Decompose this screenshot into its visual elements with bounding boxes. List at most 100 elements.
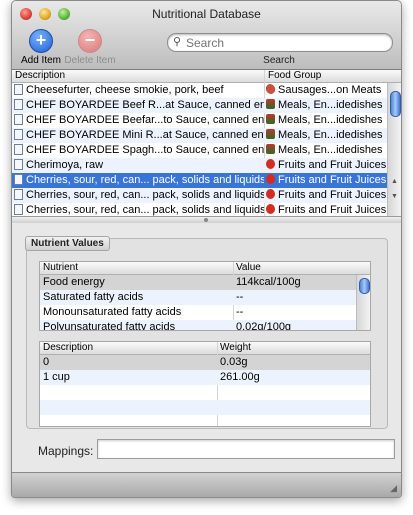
table-row[interactable]: Cherries, sour, red, can... pack, solids… [12,173,401,188]
split-view-divider[interactable] [12,217,401,223]
table-row[interactable]: 0 0.03g [40,355,370,370]
table-row[interactable]: CHEF BOYARDEE Mini R...at Sauce, canned … [12,128,401,143]
empty-row [40,385,370,400]
weight-description-cell: 0 [43,356,50,368]
description-text: Cherries, sour, red, can... pack, solids… [26,189,264,201]
food-group-cell: Fruits and Fruit Juices [266,158,388,173]
food-table-body: Cheesefurter, cheese smokie, pork, beef S… [12,83,401,218]
description-cell: Cherries, sour, red, can... pack, solids… [14,188,264,203]
description-text: CHEF BOYARDEE Mini R...at Sauce, canned … [26,129,264,141]
food-group-text: Meals, En...idedishes [278,129,383,141]
food-table: Description Food Group Cheesefurter, che… [12,70,401,217]
food-group-text: Fruits and Fruit Juices [278,159,387,171]
table-row[interactable]: Polyunsaturated fatty acids 0.02g/100g [40,320,370,331]
food-group-text: Meals, En...idedishes [278,144,383,156]
document-icon [14,144,23,155]
weights-table-header: Description Weight [40,342,370,355]
splitter-grip-icon [204,218,208,222]
description-text: CHEF BOYARDEE Beefar...to Sauce, canned … [26,114,264,126]
resize-grip-icon[interactable]: ◢ [390,483,397,494]
table-row[interactable]: CHEF BOYARDEE Spagh...to Sauce, canned e… [12,143,401,158]
nutrient-value-cell: -- [236,291,244,303]
nutrient-name-cell: Monounsaturated fatty acids [43,306,182,318]
table-row[interactable]: 1 cup 261.00g [40,370,370,385]
nutrient-name-cell: Food energy [43,276,105,288]
food-group-text: Fruits and Fruit Juices [278,174,387,186]
description-text: Cherries, sour, red, can... pack, solids… [26,174,264,186]
column-header-food-group[interactable]: Food Group [268,70,321,81]
window-title: Nutritional Database [152,7,261,21]
nutrients-table-scrollbar[interactable] [356,275,370,330]
table-row[interactable]: Cherimoya, raw Fruits and Fruit Juices [12,158,401,173]
weight-value-cell: 0.03g [220,356,248,368]
food-group-cell: Fruits and Fruit Juices [266,188,388,203]
description-text: CHEF BOYARDEE Beef R...at Sauce, canned … [26,99,264,111]
column-header-value[interactable]: Value [236,262,261,273]
nutrient-value-cell: 0.02g/100g [236,321,292,331]
food-group-cell: Fruits and Fruit Juices [266,173,388,188]
search-label: Search [263,55,295,66]
mappings-field[interactable] [97,439,395,459]
column-header-nutrient[interactable]: Nutrient [43,262,78,273]
table-row[interactable]: CHEF BOYARDEE Beefar...to Sauce, canned … [12,113,401,128]
nutrients-table-body: Food energy 114kcal/100g Saturated fatty a… [40,275,370,331]
scroll-down-arrow-icon[interactable]: ▼ [391,193,398,200]
nutrient-name-cell: Polyunsaturated fatty acids [43,321,176,331]
nutrient-value-cell: -- [236,306,244,318]
table-row[interactable]: Monounsaturated fatty acids -- [40,305,370,320]
add-item-button[interactable]: + Add Item [20,29,62,66]
nutrients-table-header: Nutrient Value [40,262,370,275]
document-icon [14,84,23,95]
search-field[interactable]: ⚲ [167,33,393,52]
document-icon [14,114,23,125]
delete-item-button[interactable]: − Delete Item [64,29,116,66]
description-text: CHEF BOYARDEE Spagh...to Sauce, canned e… [26,144,264,156]
column-header-description[interactable]: Description [43,342,93,353]
food-group-text: Fruits and Fruit Juices [278,204,387,216]
nutrient-values-label: Nutrient Values [25,236,110,251]
table-row[interactable]: Cherries, sour, red, can... pack, solids… [12,188,401,203]
description-cell: Cherimoya, raw [14,158,264,173]
meal-icon [266,99,275,109]
description-text: Cherries, sour, red, can... pack, solids… [26,204,264,216]
table-row[interactable]: Cherries, sour, red, can... pack, solids… [12,203,401,218]
scrollbar-thumb[interactable] [359,278,370,294]
food-table-header: Description Food Group [12,70,401,83]
column-header-description[interactable]: Description [15,70,65,81]
food-group-text: Meals, En...idedishes [278,99,383,111]
table-row[interactable]: Saturated fatty acids -- [40,290,370,305]
description-text: Cherimoya, raw [26,159,104,171]
description-cell: Cherries, sour, red, can... pack, solids… [14,203,264,218]
food-table-scrollbar[interactable]: ▲ ▼ [387,83,401,216]
food-group-cell: Fruits and Fruit Juices [266,203,388,218]
description-cell: CHEF BOYARDEE Spagh...to Sauce, canned e… [14,143,264,158]
meal-icon [266,144,275,154]
bottom-bar: ◢ [12,472,401,497]
search-input[interactable] [184,35,388,51]
document-icon [14,129,23,140]
description-cell: Cherries, sour, red, can... pack, solids… [14,173,264,188]
nutrients-table: Nutrient Value Food energy 114kcal/100g Sa… [39,261,371,331]
fruit-icon [266,159,275,169]
column-header-weight[interactable]: Weight [220,342,251,353]
food-group-cell: Sausages...on Meats [266,83,388,98]
meal-icon [266,129,275,139]
document-icon [14,159,23,170]
table-row[interactable]: CHEF BOYARDEE Beef R...at Sauce, canned … [12,98,401,113]
food-group-text: Fruits and Fruit Juices [278,189,387,201]
document-icon [14,99,23,110]
titlebar: Nutritional Database + Add Item − Delete… [12,1,401,70]
delete-item-label: Delete Item [64,55,116,66]
fruit-icon [266,189,275,199]
weight-description-cell: 1 cup [43,371,70,383]
food-group-cell: Meals, En...idedishes [266,98,388,113]
table-row[interactable]: Cheesefurter, cheese smokie, pork, beef S… [12,83,401,98]
document-icon [14,189,23,200]
description-cell: CHEF BOYARDEE Beef R...at Sauce, canned … [14,98,264,113]
meal-icon [266,114,275,124]
scrollbar-thumb[interactable] [390,91,401,117]
fruit-icon [266,204,275,214]
sausage-icon [266,83,277,96]
scroll-up-arrow-icon[interactable]: ▲ [391,178,398,185]
table-row[interactable]: Food energy 114kcal/100g [40,275,370,290]
